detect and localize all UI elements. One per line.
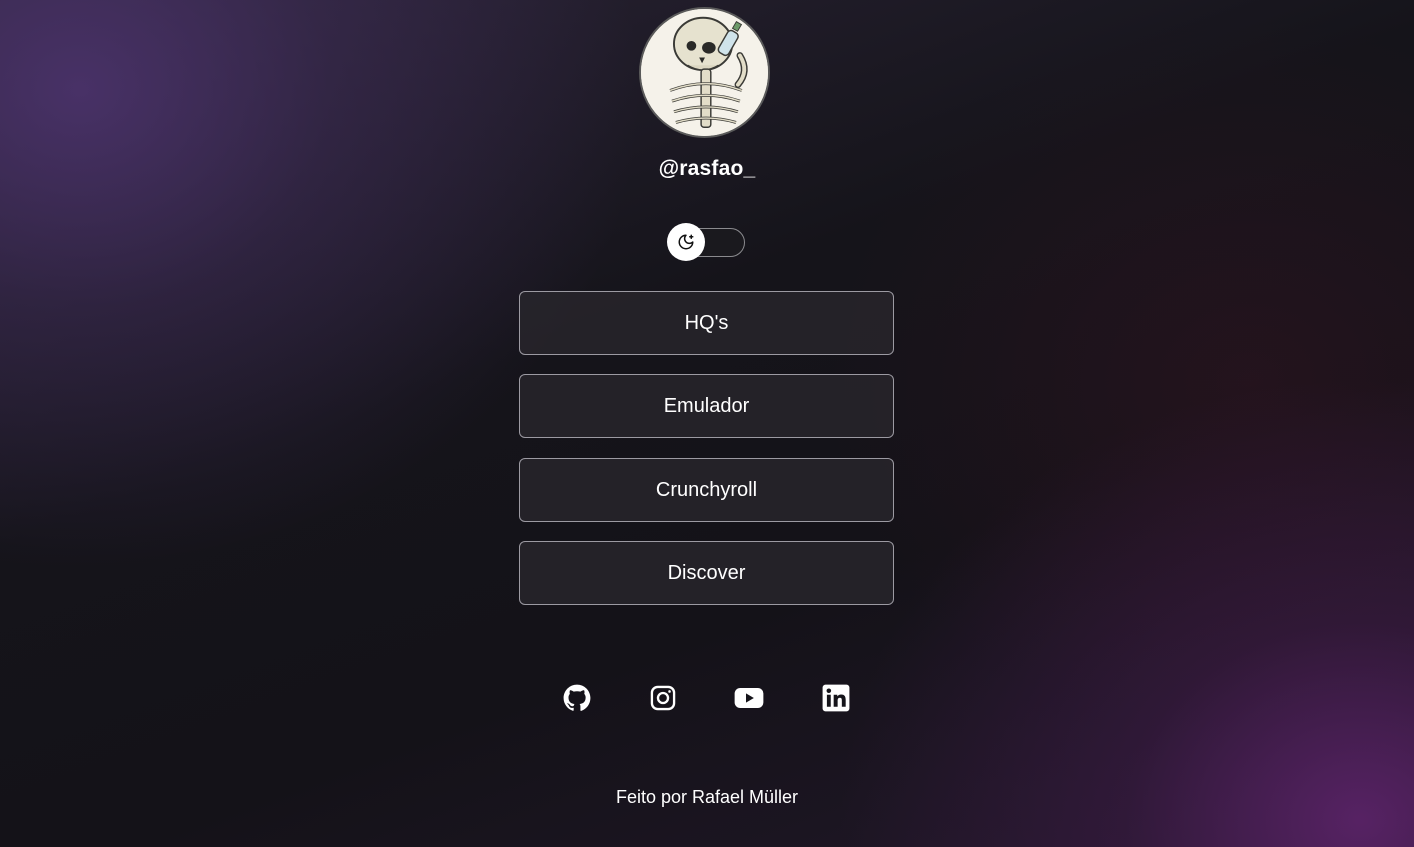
theme-toggle[interactable] [667, 223, 745, 261]
github-icon [563, 684, 591, 711]
linkedin-link[interactable] [821, 683, 851, 713]
footer-credit: Feito por Rafael Müller [615, 787, 799, 807]
youtube-icon [734, 688, 764, 708]
avatar [639, 7, 770, 138]
skeleton-avatar-image [641, 9, 768, 136]
instagram-icon [650, 685, 676, 711]
linkedin-icon [822, 684, 850, 712]
moon-stars-icon [678, 234, 694, 250]
link-button-label: Crunchyroll [655, 478, 758, 501]
link-button-crunchyroll[interactable]: Crunchyroll [519, 458, 894, 522]
link-button-discover[interactable]: Discover [519, 541, 894, 605]
github-link[interactable] [562, 683, 592, 713]
link-button-label: Emulador [663, 394, 750, 417]
youtube-link[interactable] [734, 683, 764, 713]
link-button-emulador[interactable]: Emulador [519, 374, 894, 438]
link-button-label: HQ's [684, 311, 729, 334]
instagram-link[interactable] [648, 683, 678, 713]
profile-username: @rasfao_ [658, 157, 756, 180]
link-button-hqs[interactable]: HQ's [519, 291, 894, 355]
link-button-label: Discover [667, 561, 746, 584]
toggle-knob[interactable] [667, 223, 705, 261]
